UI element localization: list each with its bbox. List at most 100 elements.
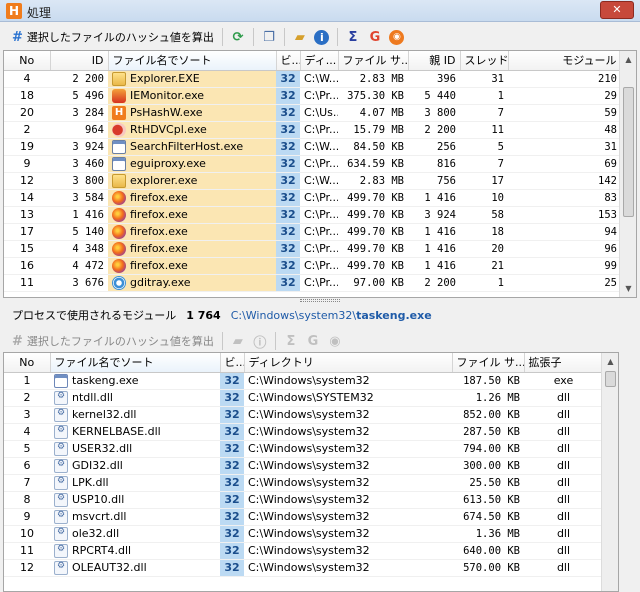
process-modules: 83	[508, 189, 621, 207]
col-filename[interactable]: ファイル名でソート	[108, 51, 277, 71]
process-row[interactable]: 93 460 eguiproxy.exe 32 C:\Pr... 634.59 KB 81…	[4, 155, 621, 173]
module-name: ntdll.dll	[72, 391, 113, 404]
col-bit[interactable]: ビ...	[276, 51, 301, 71]
row-no: 8	[4, 491, 50, 509]
module-row[interactable]: 3 kernel32.dll 32C:\Windows\system32852.00…	[4, 406, 603, 424]
module-directory: C:\Windows\system32	[244, 423, 452, 441]
process-row[interactable]: 19 3 924 SearchFilterHost.exe 32 C:\W... 84.5…	[4, 138, 621, 156]
process-row[interactable]: 42 200 Explorer.EXE 32 C:\W... 2.83 MB 396 31 2…	[4, 70, 621, 88]
col-bit[interactable]: ビ...	[220, 353, 245, 373]
col-threads[interactable]: スレッド	[460, 51, 509, 71]
scroll-down-icon[interactable]: ▼	[620, 280, 636, 297]
process-row[interactable]: 18 5 496 IEMonitor.exe 32 C:\Pr... 375.30 KB 5…	[4, 87, 621, 105]
virustotal-icon[interactable]: ◉	[386, 26, 408, 48]
process-name: firefox.exe	[130, 259, 188, 272]
pane-splitter[interactable]	[300, 299, 340, 302]
col-modules[interactable]: モジュール	[508, 51, 622, 71]
process-row[interactable]: 14 3 584 firefox.exe 32 C:\Pr... 499.70 KB 1 4…	[4, 189, 621, 207]
module-row[interactable]: 5 USER32.dll 32C:\Windows\system32794.00 K…	[4, 440, 603, 458]
module-row[interactable]: 6 GDI32.dll 32C:\Windows\system32300.00 KB…	[4, 457, 603, 475]
col-filesize[interactable]: ファイル サ...	[452, 353, 525, 373]
module-table[interactable]: No ファイル名でソート ビ... ディレクトリ ファイル サ... 拡張子 1…	[3, 352, 619, 592]
process-row[interactable]: 15 4 348 firefox.exe 32 C:\Pr... 499.70 KB 1 4…	[4, 240, 621, 258]
process-table[interactable]: No ID ファイル名でソート ビ... ディ... ファイル サ... 親 I…	[3, 50, 637, 298]
module-row[interactable]: 10 ole32.dll 32C:\Windows\system321.36 MBd…	[4, 525, 603, 543]
process-scrollbar[interactable]: ▲ ▼	[619, 51, 636, 297]
info-icon[interactable]: i	[311, 26, 333, 48]
process-row[interactable]: 203 284 H PsHashW.exe 32C:\Us...4.07 MB3 80…	[4, 104, 621, 122]
process-row[interactable]: 11 3 676 gditray.exe 32 C:\Pr... 97.00 KB 2 20…	[4, 274, 621, 292]
open-folder-icon[interactable]: ▰	[227, 330, 249, 352]
module-row[interactable]: 9 msvcrt.dll 32C:\Windows\system32674.50 K…	[4, 508, 603, 526]
process-parent-id: 3 924	[408, 206, 460, 224]
process-modules: 94	[508, 223, 621, 241]
process-bit: 32	[276, 189, 300, 207]
scroll-thumb[interactable]	[605, 371, 616, 387]
process-row[interactable]: 12 3 800 explorer.exe 32 C:\W... 2.83 MB 756 17…	[4, 172, 621, 190]
col-filename[interactable]: ファイル名でソート	[50, 353, 221, 373]
col-parent-id[interactable]: 親 ID	[408, 51, 461, 71]
module-row[interactable]: 2 ntdll.dll 32C:\Windows\SYSTEM321.26 MBdl…	[4, 389, 603, 407]
process-name-cell: firefox.exe	[108, 206, 276, 224]
process-filesize: 499.70 KB	[338, 223, 408, 241]
col-extension[interactable]: 拡張子	[524, 353, 604, 373]
process-modules: 48	[508, 121, 621, 139]
module-name-cell: KERNELBASE.dll	[50, 423, 220, 441]
process-row[interactable]: 13 1 416 firefox.exe 32 C:\Pr... 499.70 KB 3 9…	[4, 206, 621, 224]
open-folder-icon[interactable]: ▰	[289, 26, 311, 48]
process-name-cell: IEMonitor.exe	[108, 87, 276, 105]
process-parent-id: 1 416	[408, 257, 460, 275]
process-filesize: 84.50 KB	[338, 138, 408, 156]
col-no[interactable]: No	[4, 353, 51, 373]
copy-icon[interactable]: ❐	[258, 26, 280, 48]
process-row[interactable]: 2 964 RtHDVCpl.exe 32 C:\Pr... 15.79 MB 2 200 1…	[4, 121, 621, 139]
module-name: USP10.dll	[72, 493, 125, 506]
hash-selected-modules-button[interactable]: # 選択したファイルのハッシュ値を算出	[8, 330, 218, 352]
col-no[interactable]: No	[4, 51, 51, 71]
refresh-icon[interactable]: ⟳	[227, 26, 249, 48]
row-no: 9	[4, 508, 50, 526]
process-name-cell: firefox.exe	[108, 189, 276, 207]
module-directory: C:\Windows\system32	[244, 542, 452, 560]
module-row[interactable]: 8 USP10.dll 32C:\Windows\system32613.50 KB…	[4, 491, 603, 509]
process-filesize: 499.70 KB	[338, 189, 408, 207]
scroll-up-icon[interactable]: ▲	[620, 51, 636, 68]
module-scrollbar[interactable]: ▲	[601, 353, 618, 591]
col-id[interactable]: ID	[50, 51, 109, 71]
close-button[interactable]: ✕	[600, 1, 634, 19]
google-icon[interactable]: G	[302, 330, 324, 352]
sigma-icon[interactable]: Σ	[342, 26, 364, 48]
virustotal-icon[interactable]: ◉	[324, 330, 346, 352]
module-row[interactable]: 7 LPK.dll 32C:\Windows\system3225.50 KBdll	[4, 474, 603, 492]
col-directory[interactable]: ディ...	[300, 51, 339, 71]
process-row[interactable]: 16 4 472 firefox.exe 32 C:\Pr... 499.70 KB 1 4…	[4, 257, 621, 275]
module-row[interactable]: 1 taskeng.exe 32 C:\Windows\system32 187.50 …	[4, 372, 603, 390]
process-parent-id: 816	[408, 155, 460, 173]
sigma-icon[interactable]: Σ	[280, 330, 302, 352]
process-modules: 153	[508, 206, 621, 224]
info-icon[interactable]: ⓘ	[249, 330, 271, 352]
module-name-cell: LPK.dll	[50, 474, 220, 492]
module-row[interactable]: 4 KERNELBASE.dll 32C:\Windows\system32287.…	[4, 423, 603, 441]
process-id: 3 676	[50, 274, 108, 292]
scroll-thumb[interactable]	[623, 87, 634, 217]
process-row[interactable]: 17 5 140 firefox.exe 32 C:\Pr... 499.70 KB 1 4…	[4, 223, 621, 241]
module-row[interactable]: 12 OLEAUT32.dll 32C:\Windows\system32570.0…	[4, 559, 603, 577]
module-name: OLEAUT32.dll	[72, 561, 147, 574]
process-name: SearchFilterHost.exe	[130, 140, 244, 153]
process-parent-id: 2 200	[408, 121, 460, 139]
process-parent-id: 1 416	[408, 223, 460, 241]
process-threads: 20	[460, 240, 508, 258]
hash-selected-button[interactable]: # 選択したファイルのハッシュ値を算出	[8, 26, 218, 48]
scroll-up-icon[interactable]: ▲	[602, 353, 618, 370]
module-extension: dll	[524, 389, 603, 407]
google-icon[interactable]: G	[364, 26, 386, 48]
col-directory[interactable]: ディレクトリ	[244, 353, 453, 373]
process-bit: 32	[276, 104, 300, 122]
module-row[interactable]: 11 RPCRT4.dll 32C:\Windows\system32640.00 …	[4, 542, 603, 560]
process-directory: C:\Pr...	[300, 274, 338, 292]
module-directory: C:\Windows\SYSTEM32	[244, 389, 452, 407]
module-directory: C:\Windows\system32	[244, 440, 452, 458]
module-bit: 32	[220, 474, 244, 492]
col-filesize[interactable]: ファイル サ...	[338, 51, 409, 71]
